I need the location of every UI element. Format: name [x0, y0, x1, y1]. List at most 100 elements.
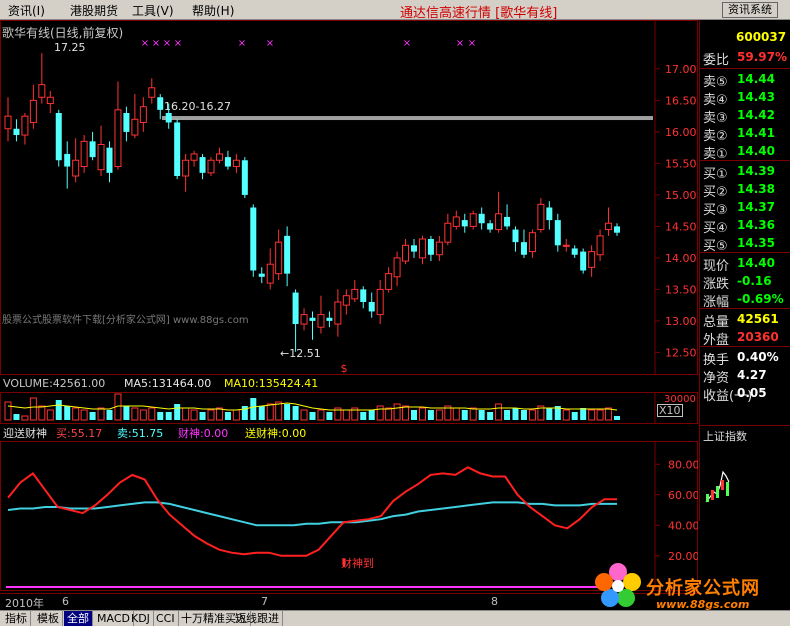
volume-bar — [72, 407, 80, 421]
candle-body — [427, 239, 434, 255]
price-zone-band — [162, 116, 653, 121]
candle-body — [444, 222, 452, 243]
watermark-text: 股票公式股票软件下载[分析家公式网] www.88gs.com — [2, 313, 249, 326]
candle-body — [614, 226, 620, 233]
index-panel[interactable]: 上证指数 — [699, 425, 790, 521]
candle-body — [250, 207, 257, 271]
indicator-caishen: 财神:0.00 — [178, 427, 229, 440]
menu-item-help[interactable]: 帮助(H) — [192, 2, 234, 19]
candle-body — [80, 140, 88, 168]
quote-row: 买③ 14.37 — [703, 199, 790, 218]
signal-marker: × — [152, 38, 160, 49]
date-month-7: 7 — [261, 595, 268, 608]
index-candle — [706, 494, 709, 502]
quote-label: 现价 — [703, 259, 730, 274]
volume-bar — [148, 407, 156, 421]
volume-bar — [360, 412, 367, 420]
signal-marker: × — [468, 38, 476, 49]
volume-bar — [89, 412, 96, 420]
volume-bar — [38, 405, 46, 421]
quote-label: 卖③ — [703, 111, 728, 126]
indicator-name: 迎送财神 — [3, 427, 47, 440]
kline-chart: 17.00 16.50 16.00 15.50 15.00 14.50 14.00 13.50… — [0, 20, 698, 375]
menu-item-hk-futures[interactable]: 港股期货 — [70, 2, 118, 19]
candle-body — [596, 235, 604, 256]
chart-title: 歌华有线(日线,前复权) — [2, 26, 124, 40]
tab-0[interactable]: 指标 — [2, 611, 31, 626]
quote-label: 委比 — [703, 53, 730, 68]
volume-bar — [588, 409, 596, 421]
tab-7[interactable]: 短线跟进 — [232, 611, 283, 626]
candle-body — [284, 235, 291, 274]
signal-marker: × — [266, 38, 274, 49]
volume-bar — [571, 412, 578, 420]
tab-1[interactable]: 模板 — [34, 611, 63, 626]
candle-body — [385, 273, 393, 290]
y-tick-label: 13.50 — [665, 283, 697, 296]
stock-code[interactable]: 600037 — [736, 30, 786, 44]
candle-body — [342, 295, 350, 306]
candle-body — [461, 220, 468, 227]
y-tick-label: 12.50 — [665, 346, 697, 359]
volume-bar — [528, 409, 536, 421]
volume-chart[interactable] — [0, 392, 698, 424]
y-tick-label: 17.00 — [665, 63, 697, 76]
quote-row: 外盘 20360 — [703, 329, 790, 348]
signal-marker: × — [403, 38, 411, 49]
volume-bar — [461, 410, 468, 420]
volume-bar — [376, 405, 384, 421]
candle-body — [469, 213, 477, 227]
volume-bar — [562, 409, 570, 421]
candle-body — [495, 213, 503, 231]
candle-body — [478, 213, 485, 224]
info-system-button[interactable]: 资讯系统 — [722, 2, 778, 18]
volume-bar — [435, 409, 443, 421]
volume-bar — [546, 408, 553, 420]
kline-panel[interactable]: 17.00 16.50 16.00 15.50 15.00 14.50 14.00 13.50… — [0, 20, 698, 375]
candle-body — [452, 216, 460, 227]
signal-marker: × — [456, 38, 464, 49]
quote-value: 0.40% — [737, 350, 779, 364]
candle-body — [418, 238, 426, 259]
menu-item-news[interactable]: 资讯(I) — [8, 2, 45, 19]
volume-bar — [452, 407, 460, 421]
quote-separator — [700, 308, 790, 309]
y-tick-label: 14.50 — [665, 220, 697, 233]
volume-bar — [368, 410, 375, 420]
candle-body — [266, 263, 274, 284]
volume-ma10: MA10:135424.41 — [224, 377, 319, 390]
quote-value: 14.36 — [737, 218, 775, 232]
tab-5[interactable]: CCI — [153, 611, 179, 626]
candle-body — [435, 241, 443, 256]
quote-row: 卖① 14.40 — [703, 143, 790, 162]
menu-item-tools[interactable]: 工具(V) — [132, 2, 174, 19]
candle-body — [174, 122, 181, 176]
index-candle — [711, 490, 714, 500]
quote-value: 14.38 — [737, 182, 775, 196]
volume-bar — [97, 407, 105, 421]
candle-body — [588, 251, 596, 268]
date-month-8: 8 — [491, 595, 498, 608]
quote-separator — [700, 68, 790, 69]
volume-bar — [123, 406, 130, 420]
quote-value: 4.27 — [737, 368, 767, 382]
tab-4[interactable]: KDJ — [128, 611, 154, 626]
signal-marker: × — [238, 38, 246, 49]
tab-2[interactable]: 全部 — [64, 611, 93, 626]
indicator-tick-label: 80.00 — [668, 458, 698, 471]
candle-body — [402, 244, 410, 262]
quote-value: 14.44 — [737, 72, 775, 86]
quote-row: 买④ 14.36 — [703, 217, 790, 236]
candle-body — [580, 251, 587, 271]
candle-body — [334, 301, 342, 325]
quote-value: 14.41 — [737, 126, 775, 140]
candle-body — [55, 113, 62, 161]
candle-body — [131, 118, 139, 136]
logo-watermark: 分析家公式网 www.88gs.com — [590, 560, 790, 611]
quote-value: 14.37 — [737, 200, 775, 214]
candle-body — [241, 160, 248, 195]
quote-row: 委比 59.97% — [703, 49, 790, 68]
quote-row: 现价 14.40 — [703, 255, 790, 274]
candle-body — [232, 159, 240, 168]
signal-marker: × — [174, 38, 182, 49]
